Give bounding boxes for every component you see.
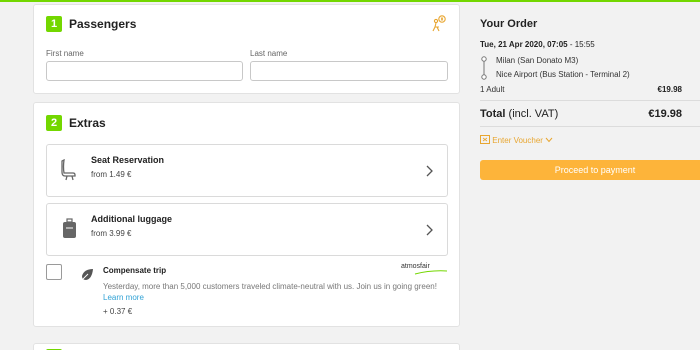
adult-label: 1 Adult bbox=[480, 85, 505, 94]
divider bbox=[480, 126, 700, 127]
voucher-label: Enter Voucher bbox=[492, 136, 543, 145]
total-label-bold: Total bbox=[480, 108, 506, 120]
top-accent-line bbox=[0, 0, 700, 2]
trip-date: Tue, 21 Apr 2020, 07:05 - 15:55 bbox=[480, 40, 595, 49]
step-badge-1: 1 bbox=[46, 16, 62, 32]
atmosfair-logo: atmosfair bbox=[401, 263, 449, 277]
adult-price: €19.98 bbox=[657, 85, 682, 94]
trip-date-rest: - 15:55 bbox=[567, 40, 595, 49]
additional-luggage-option[interactable]: Additional luggage from 3.99 € bbox=[46, 203, 448, 256]
passengers-title: Passengers bbox=[69, 17, 137, 31]
first-name-input[interactable] bbox=[46, 61, 243, 81]
next-section-card bbox=[33, 343, 460, 350]
extras-card: 2 Extras Seat Reservation from 1.49 € Ad… bbox=[33, 102, 460, 327]
leaf-icon bbox=[80, 268, 94, 282]
enter-voucher-link[interactable]: Enter Voucher bbox=[480, 135, 553, 145]
divider bbox=[480, 100, 700, 101]
chevron-right-icon bbox=[423, 223, 435, 237]
passenger-add-icon[interactable] bbox=[430, 14, 448, 32]
seat-reservation-title: Seat Reservation bbox=[91, 155, 165, 165]
last-name-input[interactable] bbox=[250, 61, 448, 81]
adult-row: 1 Adult €19.98 bbox=[480, 85, 682, 94]
compensate-description: Yesterday, more than 5,000 customers tra… bbox=[103, 281, 453, 303]
passengers-card: 1 Passengers First name Last name bbox=[33, 4, 460, 94]
additional-luggage-price: from 3.99 € bbox=[91, 229, 132, 238]
total-row: Total (incl. VAT) €19.98 bbox=[480, 108, 682, 120]
order-title: Your Order bbox=[480, 18, 538, 30]
additional-luggage-title: Additional luggage bbox=[91, 214, 172, 224]
departure-stop: Milan (San Donato M3) bbox=[496, 56, 579, 65]
extras-title: Extras bbox=[69, 116, 106, 130]
seat-reservation-option[interactable]: Seat Reservation from 1.49 € bbox=[46, 144, 448, 197]
arrival-stop: Nice Airport (Bus Station - Terminal 2) bbox=[496, 70, 630, 79]
step-badge-2: 2 bbox=[46, 115, 62, 131]
total-label-suffix: (incl. VAT) bbox=[505, 108, 559, 120]
total-label: Total (incl. VAT) bbox=[480, 108, 558, 120]
route-line-icon bbox=[480, 56, 488, 80]
seat-reservation-price: from 1.49 € bbox=[91, 170, 132, 179]
compensate-price: + 0.37 € bbox=[103, 307, 133, 316]
proceed-to-payment-button[interactable]: Proceed to payment bbox=[480, 160, 700, 180]
chevron-down-icon bbox=[545, 136, 553, 143]
last-name-label: Last name bbox=[250, 49, 288, 58]
trip-date-bold: Tue, 21 Apr 2020, 07:05 bbox=[480, 40, 568, 49]
seat-icon bbox=[61, 158, 77, 181]
compensate-trip-row: Compensate trip atmosfair Yesterday, mor… bbox=[46, 263, 449, 319]
learn-more-link[interactable]: Learn more bbox=[103, 293, 144, 302]
first-name-label: First name bbox=[46, 49, 84, 58]
voucher-icon bbox=[480, 135, 490, 144]
chevron-right-icon bbox=[423, 164, 435, 178]
compensate-description-text: Yesterday, more than 5,000 customers tra… bbox=[103, 282, 437, 291]
total-price: €19.98 bbox=[648, 108, 682, 120]
compensate-checkbox[interactable] bbox=[46, 264, 62, 280]
compensate-trip-title: Compensate trip bbox=[103, 266, 167, 275]
luggage-icon bbox=[62, 218, 77, 240]
